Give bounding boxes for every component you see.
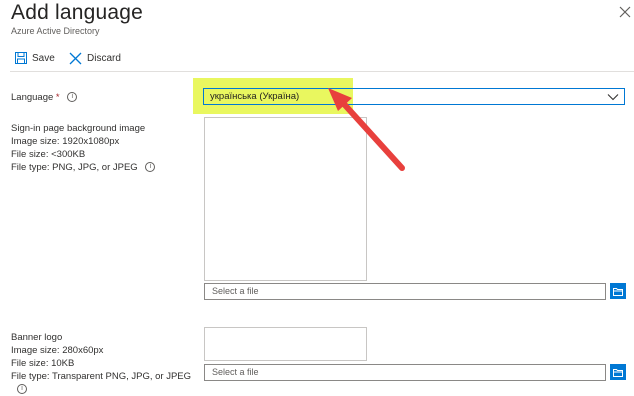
- banner-browse-button[interactable]: [610, 364, 626, 380]
- close-icon[interactable]: [618, 5, 632, 19]
- page-subtitle: Azure Active Directory: [11, 26, 100, 36]
- banner-file-input[interactable]: Select a file: [204, 364, 606, 381]
- toolbar-divider: [10, 71, 634, 72]
- discard-icon: [69, 52, 82, 64]
- save-icon: [15, 52, 27, 64]
- discard-button[interactable]: Discard: [69, 50, 121, 66]
- background-image-size: Image size: 1920x1080px: [11, 136, 120, 147]
- folder-icon: [613, 368, 623, 377]
- background-file-input[interactable]: Select a file: [204, 283, 606, 300]
- background-image-preview: [204, 117, 367, 281]
- language-select[interactable]: українська (Україна): [203, 88, 625, 105]
- info-icon[interactable]: i: [17, 384, 27, 395]
- language-label-row: Language * i: [11, 91, 78, 104]
- language-select-value: українська (Україна): [210, 91, 300, 102]
- chevron-down-icon: [607, 93, 619, 100]
- background-file-size: File size: <300KB: [11, 149, 86, 160]
- background-image-label: Sign-in page background image: [11, 123, 146, 134]
- background-image-info: Sign-in page background image Image size…: [11, 122, 156, 174]
- info-icon[interactable]: i: [67, 92, 78, 103]
- background-browse-button[interactable]: [610, 283, 626, 299]
- save-button[interactable]: Save: [15, 50, 55, 66]
- banner-image-size: Image size: 280x60px: [11, 345, 104, 356]
- language-label: Language: [11, 92, 54, 103]
- banner-file-type: File type: Transparent PNG, JPG, or JPEG: [11, 371, 192, 382]
- info-icon[interactable]: i: [145, 162, 156, 173]
- banner-file-size: File size: 10KB: [11, 358, 75, 369]
- background-file-type: File type: PNG, JPG, or JPEG: [11, 162, 138, 173]
- discard-label: Discard: [87, 52, 121, 64]
- required-mark: *: [55, 92, 60, 103]
- banner-logo-preview: [204, 327, 367, 361]
- save-label: Save: [32, 52, 55, 64]
- banner-logo-label: Banner logo: [11, 332, 63, 343]
- page-title: Add language: [11, 1, 144, 24]
- banner-logo-info: Banner logo Image size: 280x60px File si…: [11, 331, 191, 396]
- folder-icon: [613, 287, 623, 296]
